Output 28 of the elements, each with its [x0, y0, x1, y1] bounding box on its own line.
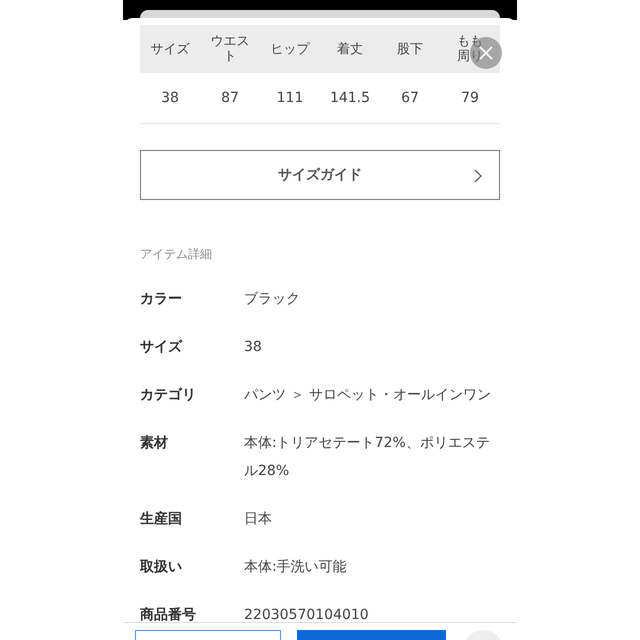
table-cell: 79: [461, 90, 479, 106]
column-header: ウエスト: [210, 34, 250, 64]
column-header: 着丈: [337, 42, 363, 56]
detail-label: サイズ: [140, 338, 184, 357]
detail-value: 22030570104010: [244, 606, 370, 625]
detail-value: 日本: [244, 510, 273, 529]
detail-label: 取扱い: [140, 558, 183, 577]
detail-label: 生産国: [140, 510, 183, 529]
detail-value: パンツ ＞ サロペット・オールインワン: [244, 386, 492, 405]
detail-value: 本体:手洗い可能: [244, 558, 348, 577]
detail-label: カテゴリ: [140, 386, 197, 405]
table-cell: 38: [161, 90, 179, 106]
size-guide-button[interactable]: サイズガイド: [140, 150, 500, 200]
detail-value: 本体:トリアセテート72%、ポリエステル28%: [244, 434, 491, 481]
detail-label: 商品番号: [140, 606, 197, 625]
detail-label: カラー: [140, 290, 183, 309]
detail-label: 素材: [140, 434, 169, 453]
section-title: アイテム詳細: [140, 246, 213, 263]
column-header: 股下: [397, 42, 423, 56]
detail-value: ブラック: [244, 290, 301, 309]
column-header: ヒップ: [270, 42, 310, 56]
table-cell: 111: [276, 90, 304, 106]
detail-value: 38: [244, 338, 263, 357]
chevron-right-icon: [473, 168, 483, 184]
table-cell: 87: [221, 90, 239, 106]
table-cell: 67: [401, 90, 419, 106]
column-header: サイズ: [150, 42, 190, 56]
table-cell: 141.5: [330, 90, 370, 106]
